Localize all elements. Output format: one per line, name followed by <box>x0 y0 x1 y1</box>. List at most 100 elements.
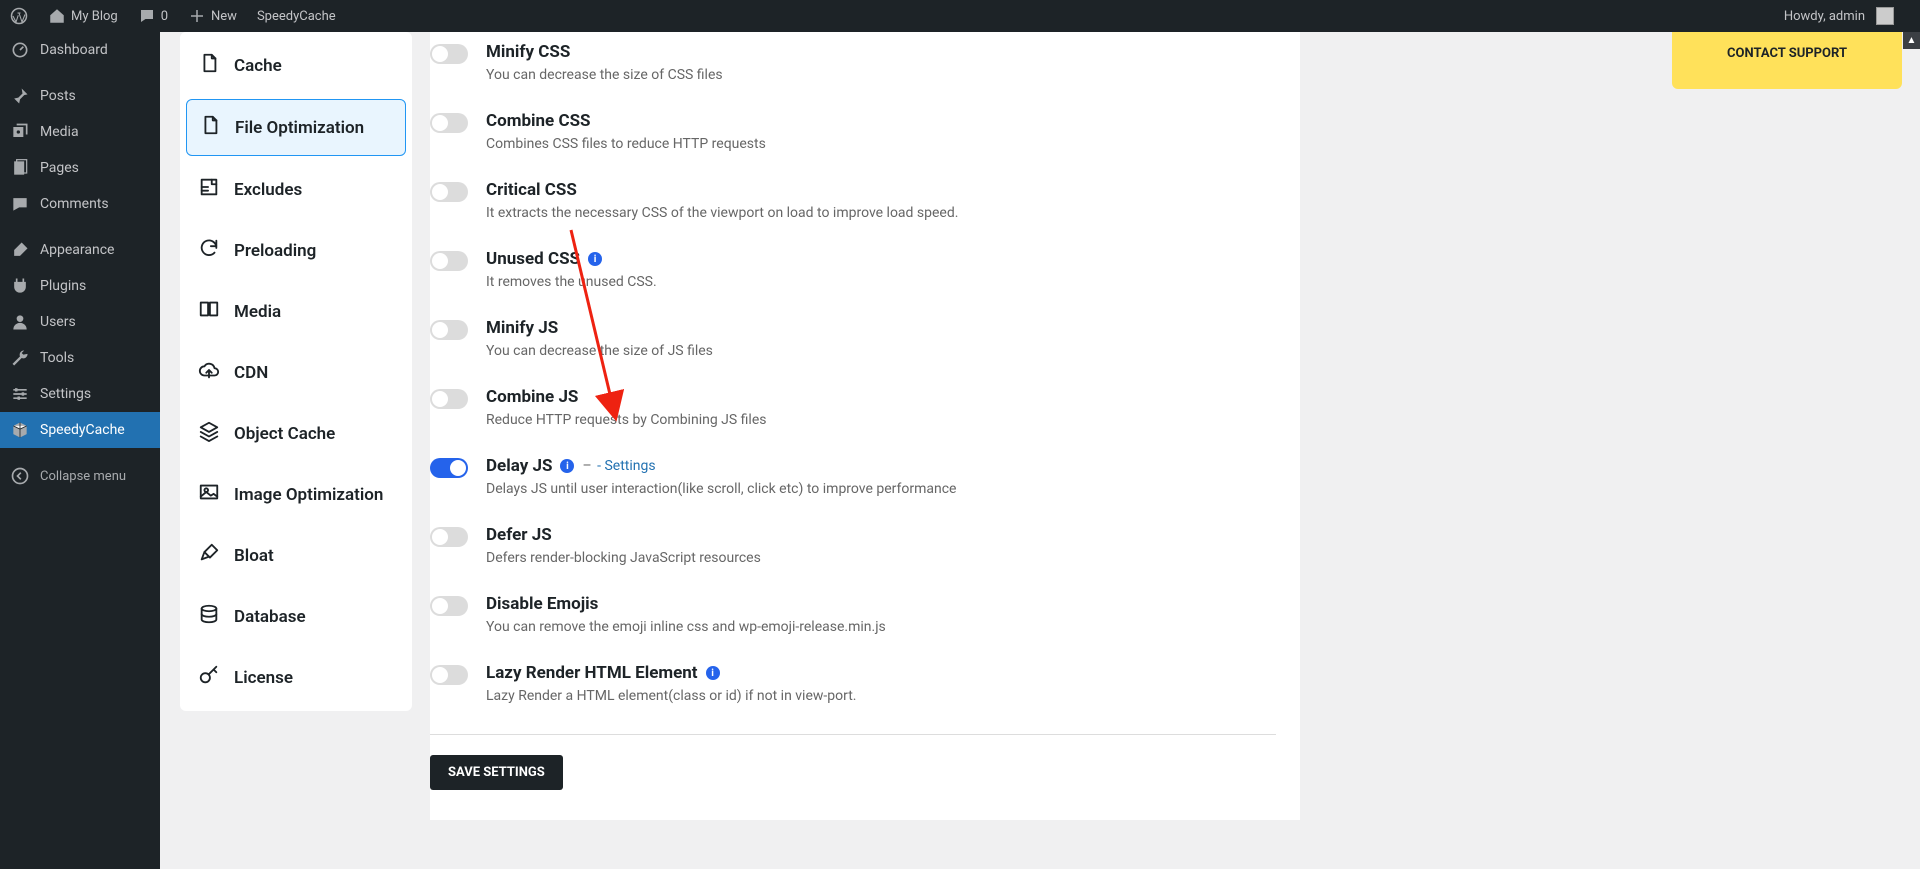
menu-label: Plugins <box>40 278 86 294</box>
menu-label: SpeedyCache <box>40 422 125 438</box>
site-name: My Blog <box>71 9 118 24</box>
cloud-icon <box>198 359 220 386</box>
scroll-up-icon[interactable]: ▲ <box>1903 32 1920 49</box>
subnav-label: Media <box>234 302 281 322</box>
subnav-label: Image Optimization <box>234 485 383 505</box>
subnav-item-preloading[interactable]: Preloading <box>186 223 406 278</box>
settings-link[interactable]: – - Settings <box>582 458 655 474</box>
setting-title: Minify CSS <box>486 42 570 62</box>
setting-title: Delay JS <box>486 456 552 476</box>
setting-unused-css: Unused CSS i It removes the unused CSS. <box>430 239 1276 308</box>
save-settings-button[interactable]: SAVE SETTINGS <box>430 755 563 790</box>
menu-label: Pages <box>40 160 79 176</box>
file-icon <box>198 52 220 79</box>
menu-label: Comments <box>40 196 109 212</box>
wp-admin-sidebar: Dashboard Posts Media Pages Comments Appearan… <box>0 32 160 869</box>
subnav-item-file-optimization[interactable]: File Optimization <box>186 99 406 156</box>
menu-item-settings[interactable]: Settings <box>0 376 160 412</box>
user-greeting[interactable]: Howdy, admin <box>1774 0 1904 32</box>
toggle-minify-js[interactable] <box>430 320 468 340</box>
comments-count: 0 <box>161 9 168 24</box>
cube-icon <box>10 420 30 440</box>
menu-item-pages[interactable]: Pages <box>0 150 160 186</box>
subnav-item-excludes[interactable]: Excludes <box>186 162 406 217</box>
toggle-disable-emojis[interactable] <box>430 596 468 616</box>
menu-item-comments[interactable]: Comments <box>0 186 160 222</box>
subnav-item-object-cache[interactable]: Object Cache <box>186 406 406 461</box>
subnav-item-license[interactable]: License <box>186 650 406 705</box>
menu-item-media[interactable]: Media <box>0 114 160 150</box>
menu-label: Dashboard <box>40 42 108 58</box>
toggle-combine-css[interactable] <box>430 113 468 133</box>
setting-desc: Lazy Render a HTML element(class or id) … <box>486 688 856 704</box>
media-icon <box>10 122 30 142</box>
setting-desc: Reduce HTTP requests by Combining JS fil… <box>486 412 767 428</box>
menu-item-posts[interactable]: Posts <box>0 78 160 114</box>
toggle-lazy-render-html-element[interactable] <box>430 665 468 685</box>
subnav-label: Database <box>234 607 306 627</box>
wrench-icon <box>10 348 30 368</box>
comment-icon <box>10 194 30 214</box>
menu-item-plugins[interactable]: Plugins <box>0 268 160 304</box>
subnav-label: Bloat <box>234 546 274 566</box>
menu-item-users[interactable]: Users <box>0 304 160 340</box>
menu-item-appearance[interactable]: Appearance <box>0 232 160 268</box>
toggle-defer-js[interactable] <box>430 527 468 547</box>
site-link[interactable]: My Blog <box>38 0 128 32</box>
subnav-item-cache[interactable]: Cache <box>186 38 406 93</box>
plugin-label: SpeedyCache <box>257 9 336 24</box>
subnav-item-image-optimization[interactable]: Image Optimization <box>186 467 406 522</box>
info-icon[interactable]: i <box>588 252 602 266</box>
contact-support-button[interactable]: CONTACT SUPPORT <box>1672 32 1902 89</box>
brush-icon <box>10 240 30 260</box>
new-link[interactable]: New <box>178 0 247 32</box>
subnav-label: License <box>234 668 293 688</box>
plugin-link[interactable]: SpeedyCache <box>247 0 346 32</box>
menu-label: Posts <box>40 88 76 104</box>
collapse-menu[interactable]: Collapse menu <box>0 458 160 494</box>
setting-title: Lazy Render HTML Element <box>486 663 698 683</box>
setting-title: Disable Emojis <box>486 594 598 614</box>
avatar <box>1876 7 1894 25</box>
refresh-icon <box>198 237 220 264</box>
comment-icon <box>138 7 156 25</box>
menu-label: Appearance <box>40 242 114 258</box>
info-icon[interactable]: i <box>706 666 720 680</box>
setting-title: Unused CSS <box>486 249 580 269</box>
setting-desc: It extracts the necessary CSS of the vie… <box>486 205 958 221</box>
menu-label: Settings <box>40 386 91 402</box>
setting-delay-js: Delay JS i – - Settings Delays JS until … <box>430 446 1276 515</box>
setting-title: Combine JS <box>486 387 578 407</box>
subnav-label: Preloading <box>234 241 316 261</box>
menu-item-speedycache[interactable]: SpeedyCache <box>0 412 160 448</box>
toggle-critical-css[interactable] <box>430 182 468 202</box>
setting-desc: You can decrease the size of JS files <box>486 343 713 359</box>
menu-item-tools[interactable]: Tools <box>0 340 160 376</box>
info-icon[interactable]: i <box>560 459 574 473</box>
subnav-item-media[interactable]: Media <box>186 284 406 339</box>
menu-label: Media <box>40 124 79 140</box>
pin-icon <box>10 86 30 106</box>
setting-desc: You can decrease the size of CSS files <box>486 67 723 83</box>
admin-bar: My Blog 0 New SpeedyCache Howdy, admin <box>0 0 1920 32</box>
subnav-item-cdn[interactable]: CDN <box>186 345 406 400</box>
comments-link[interactable]: 0 <box>128 0 178 32</box>
toggle-unused-css[interactable] <box>430 251 468 271</box>
greeting-text: Howdy, admin <box>1784 9 1865 24</box>
toggle-delay-js[interactable] <box>430 458 468 478</box>
setting-defer-js: Defer JS Defers render-blocking JavaScri… <box>430 515 1276 584</box>
subnav-label: File Optimization <box>235 118 364 138</box>
setting-desc: You can remove the emoji inline css and … <box>486 619 886 635</box>
toggle-minify-css[interactable] <box>430 44 468 64</box>
pages-icon <box>10 158 30 178</box>
subnav-item-database[interactable]: Database <box>186 589 406 644</box>
toggle-combine-js[interactable] <box>430 389 468 409</box>
wp-logo[interactable] <box>0 0 38 32</box>
plugin-subnav: Cache File Optimization Excludes Preloading… <box>180 32 412 711</box>
menu-item-dashboard[interactable]: Dashboard <box>0 32 160 68</box>
layers-icon <box>198 420 220 447</box>
subnav-item-bloat[interactable]: Bloat <box>186 528 406 583</box>
dashboard-icon <box>10 40 30 60</box>
setting-lazy-render-html-element: Lazy Render HTML Element i Lazy Render a… <box>430 653 1276 722</box>
save-label: SAVE SETTINGS <box>448 765 545 780</box>
